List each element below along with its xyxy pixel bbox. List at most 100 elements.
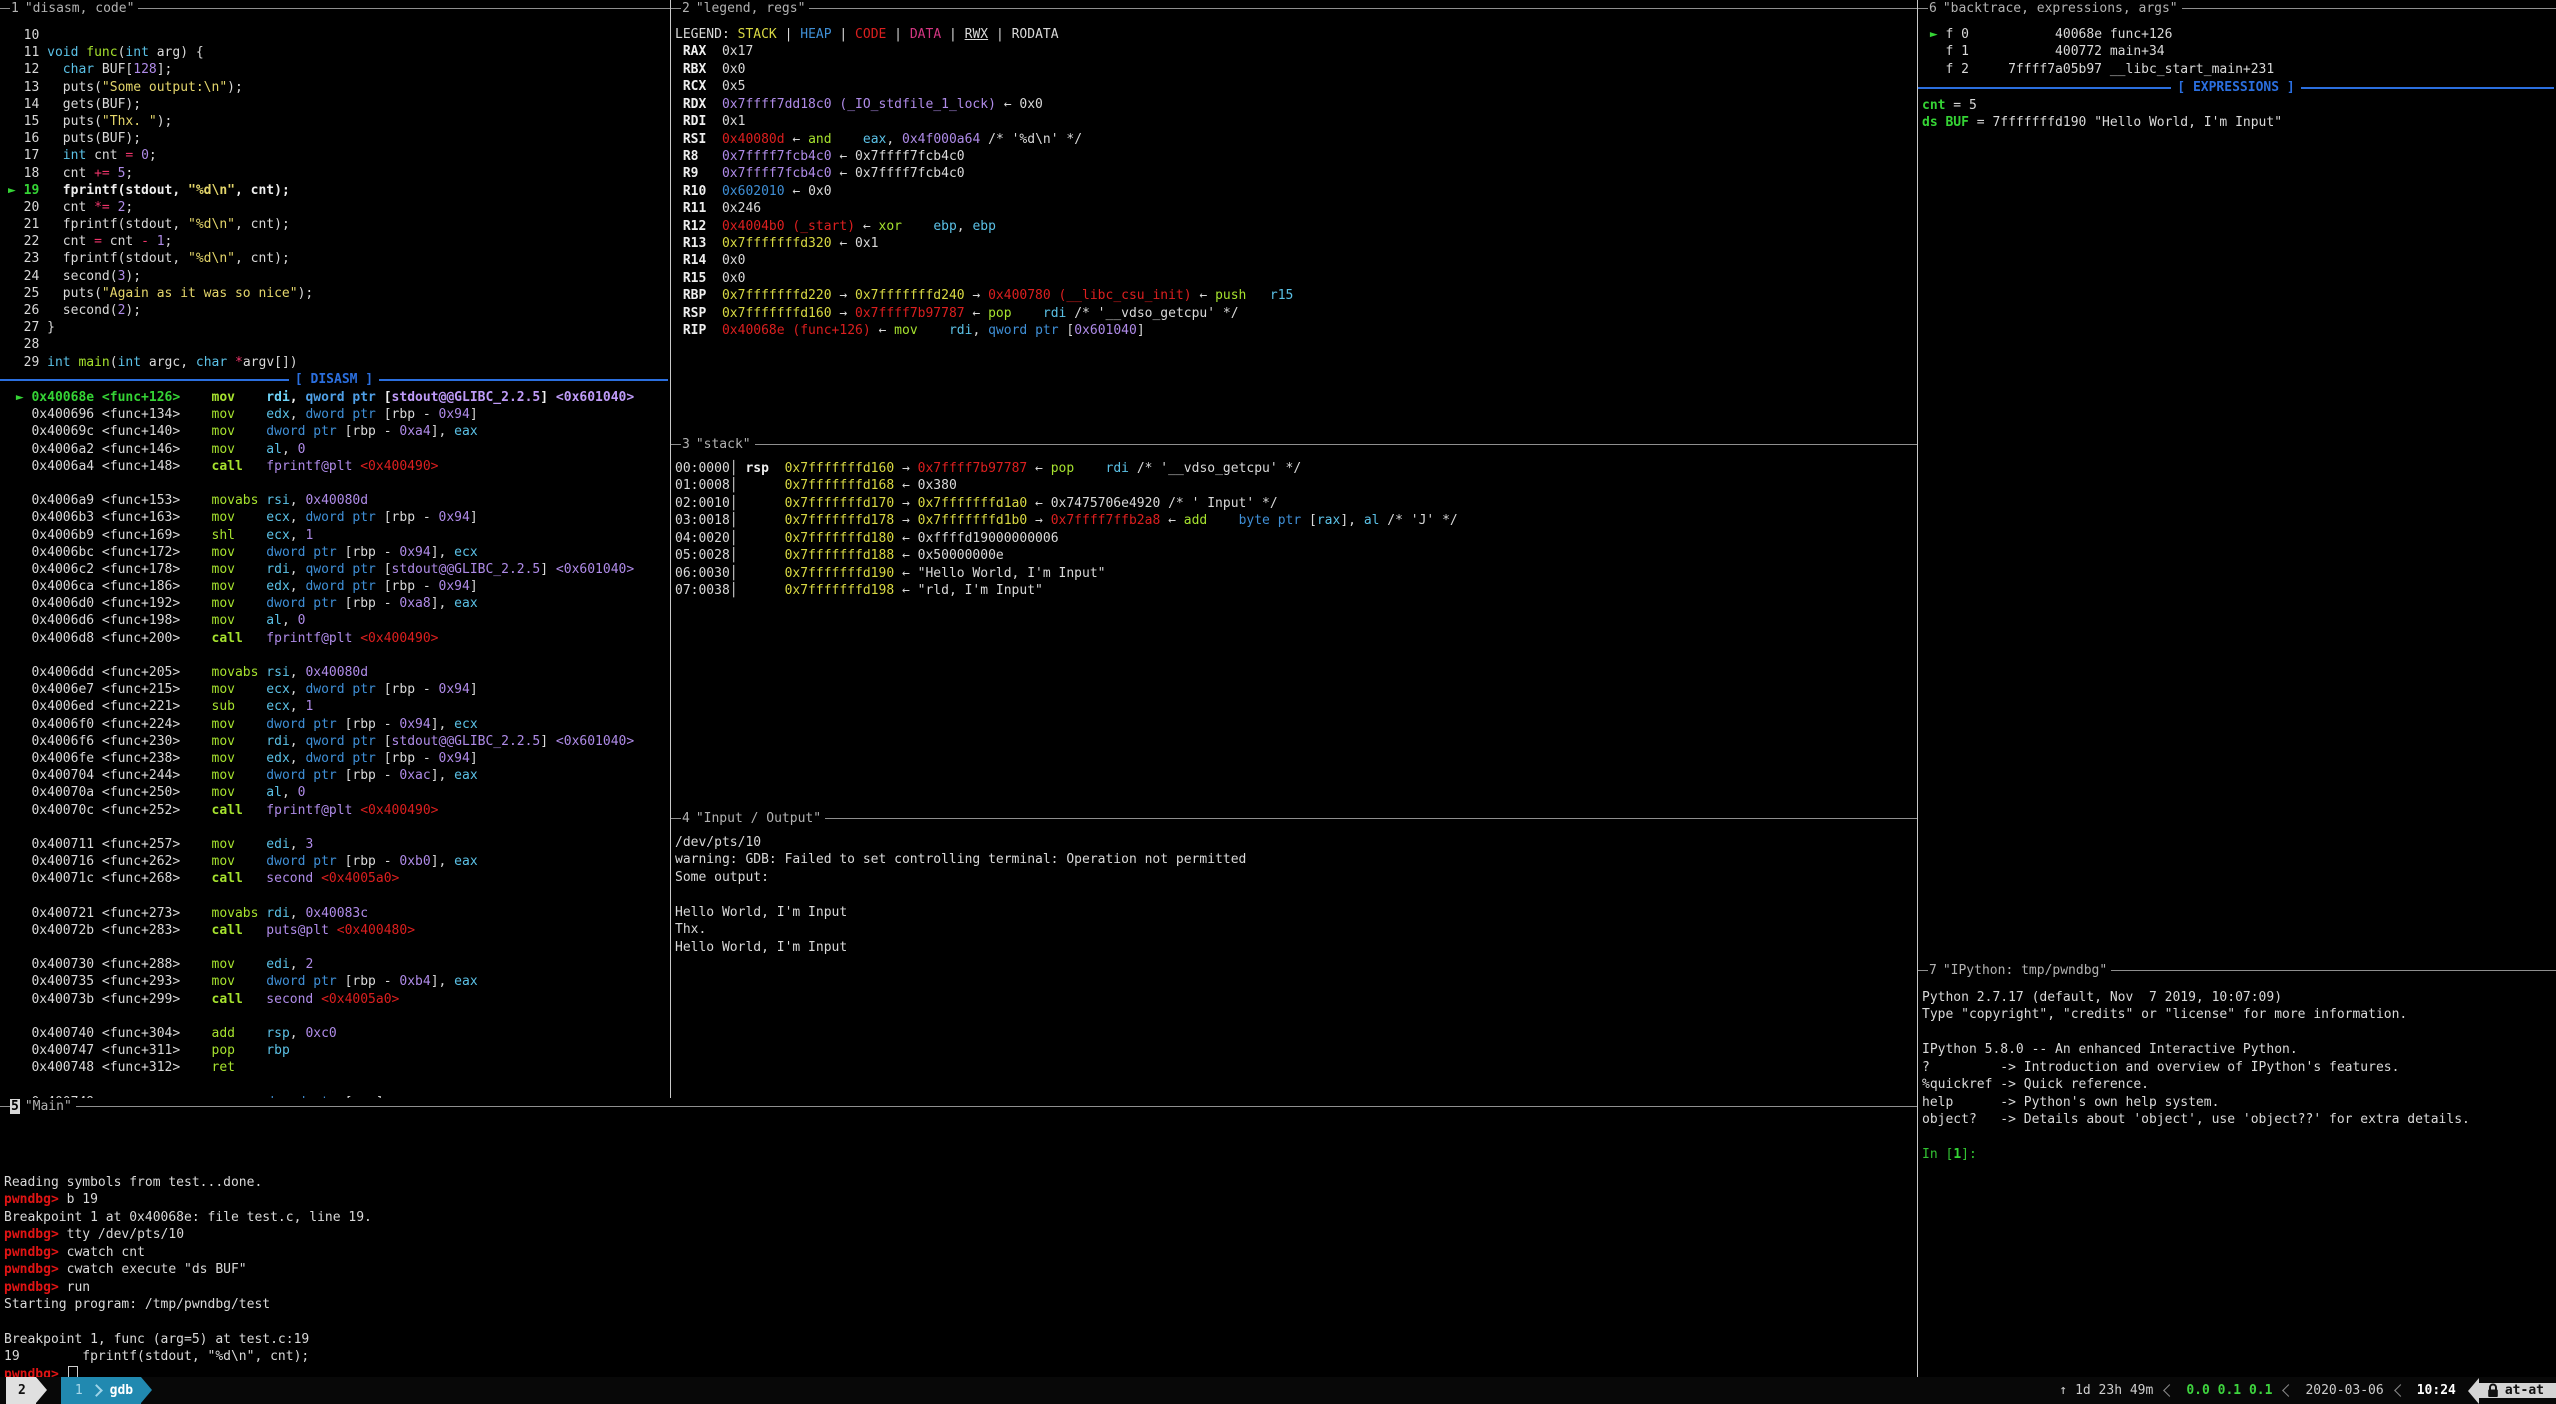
- pane-number: 1: [10, 1, 20, 16]
- terminal-line: 15 puts("Thx. ");: [8, 113, 670, 130]
- window-tab-gdb[interactable]: 1 gdb: [61, 1377, 141, 1404]
- pane-stack[interactable]: 3 "stack" 00:0000│ rsp 0x7fffffffd160 → …: [671, 436, 1917, 810]
- pane-input-output[interactable]: 4 "Input / Output" /dev/pts/10warning: G…: [671, 810, 1917, 1098]
- text-segment: cnt: [102, 234, 141, 249]
- text-segment: dword ptr: [266, 545, 336, 560]
- text-segment: ecx: [454, 545, 477, 560]
- window-name: gdb: [110, 1383, 133, 1398]
- border-line: [1918, 8, 1928, 9]
- text-segment: 0x94: [439, 510, 470, 525]
- text-segment: <0x601040>: [556, 390, 634, 405]
- text-segment: CODE: [855, 27, 886, 42]
- text-segment: ],: [431, 596, 454, 611]
- text-segment: [235, 734, 266, 749]
- terminal-line: R14 0x0: [675, 252, 1917, 269]
- text-segment: 01:0008│: [675, 478, 785, 493]
- text-segment: RSP: [675, 306, 722, 321]
- text-segment: |: [886, 27, 909, 42]
- text-segment: mov: [212, 579, 235, 594]
- pane-disasm-code[interactable]: 1 "disasm, code" 10 11 void func(int arg…: [0, 0, 670, 1098]
- text-segment: 0x4006d0 <func+192>: [8, 596, 212, 611]
- text-segment: 0x246: [722, 201, 761, 216]
- text-segment: ]: [470, 751, 478, 766]
- text-segment: edx: [266, 751, 289, 766]
- ipython-console[interactable]: Python 2.7.17 (default, Nov 7 2019, 10:0…: [1922, 989, 2556, 1163]
- gdb-console[interactable]: Reading symbols from test...done. pwndbg>…: [4, 1174, 1917, 1377]
- text-segment: 0x40072b <func+283>: [8, 923, 212, 938]
- text-segment: [110, 166, 118, 181]
- text-segment: mov: [212, 390, 235, 405]
- text-segment: ← 0xffffd19000000006: [894, 531, 1058, 546]
- text-segment: 0x94: [399, 545, 430, 560]
- text-segment: 07:0038│: [675, 583, 785, 598]
- text-segment: ]: [470, 407, 478, 422]
- text-segment: ,: [290, 510, 306, 525]
- pane-label: "backtrace, expressions, args": [1938, 1, 2182, 16]
- text-segment: [235, 510, 266, 525]
- pane-backtrace-expressions[interactable]: 6 "backtrace, expressions, args" ► f 0 4…: [1918, 0, 2556, 962]
- text-segment: 0x7fffffffd160: [785, 461, 895, 476]
- text-segment: ,: [290, 528, 306, 543]
- terminal-line: 13 puts("Some output:\n");: [8, 79, 670, 96]
- text-segment: void: [47, 45, 78, 60]
- text-segment: al: [266, 613, 282, 628]
- terminal-line: Thx.: [675, 921, 1917, 938]
- text-segment: arg) {: [149, 45, 204, 60]
- terminal-line: 10: [8, 27, 670, 44]
- load-average: 0.0 0.1 0.1: [2186, 1383, 2272, 1398]
- text-segment: mov: [212, 785, 235, 800]
- text-segment: mov: [212, 974, 235, 989]
- text-segment: 0x7ffff7b97787: [855, 306, 965, 321]
- terminal-line: R10 0x602010 ← 0x0: [675, 183, 1917, 200]
- pane-title-backtrace: 6 "backtrace, expressions, args": [1918, 0, 2556, 17]
- text-segment: 0x7ffff7b97787: [918, 461, 1028, 476]
- text-segment: /* '%d\n' */: [980, 132, 1082, 147]
- session-badge[interactable]: 2: [6, 1377, 36, 1404]
- terminal-line: 0x40071c <func+268> call second <0x4005a…: [8, 870, 670, 887]
- text-segment: 0x40071c <func+268>: [8, 871, 212, 886]
- text-segment: ,: [290, 407, 306, 422]
- text-segment: Type "copyright", "credits" or "license"…: [1922, 1007, 2407, 1022]
- text-segment: 0x40069c <func+140>: [8, 424, 212, 439]
- text-segment: pop: [988, 306, 1011, 321]
- text-segment: <0x400480>: [337, 923, 415, 938]
- terminal-line: Reading symbols from test...done.: [4, 1174, 1917, 1191]
- text-segment: f 1 400772 main+34: [1922, 44, 2165, 59]
- text-segment: cwatch execute "ds BUF": [67, 1262, 247, 1277]
- text-segment: 0x4006b9 <func+169>: [8, 528, 212, 543]
- text-segment: STACK: [738, 27, 777, 42]
- text-segment: qword ptr: [305, 390, 375, 405]
- terminal-line: 0x4006a9 <func+153> movabs rsi, 0x40080d: [8, 492, 670, 509]
- text-segment: [235, 442, 266, 457]
- terminal-line: pwndbg> run: [4, 1279, 1917, 1296]
- terminal-line: RBX 0x0: [675, 61, 1917, 78]
- text-segment: 0xc0: [305, 1026, 336, 1041]
- text-segment: dword ptr: [266, 974, 336, 989]
- text-segment: *=: [94, 200, 110, 215]
- pane-label: "Main": [20, 1099, 76, 1114]
- text-segment: 04:0020│: [675, 531, 785, 546]
- text-segment: ,: [290, 837, 306, 852]
- text-segment: ecx: [266, 699, 289, 714]
- text-segment: rsi: [266, 493, 289, 508]
- text-cursor[interactable]: [68, 1366, 78, 1377]
- terminal-line: help -> Python's own help system.: [1922, 1094, 2556, 1111]
- text-segment: );: [125, 303, 141, 318]
- text-segment: ;: [165, 234, 173, 249]
- pane-divider-vertical-right[interactable]: [1917, 0, 1918, 1377]
- text-segment: | RODATA: [988, 27, 1058, 42]
- text-segment: [1012, 306, 1043, 321]
- pane-divider-vertical-left[interactable]: [670, 0, 671, 1098]
- pane-legend-regs[interactable]: 2 "legend, regs" LEGEND: STACK | HEAP | …: [671, 0, 1917, 436]
- text-segment: 1: [305, 699, 313, 714]
- expressions-section-header: [ EXPRESSIONS ]: [1918, 79, 2554, 96]
- text-segment: [110, 200, 118, 215]
- text-segment: [235, 407, 266, 422]
- border-line: [138, 8, 670, 9]
- pane-main-gdb[interactable]: 5 "Main" Reading symbols from test...don…: [0, 1098, 1917, 1377]
- terminal-line: 20 cnt *= 2;: [8, 199, 670, 216]
- text-segment: 1: [305, 528, 313, 543]
- text-segment: f 2 7ffff7a05b97 __libc_start_main+231: [1922, 62, 2274, 77]
- pane-ipython[interactable]: 7 "IPython: tmp/pwndbg" Python 2.7.17 (d…: [1918, 962, 2556, 1377]
- text-segment: int: [47, 355, 70, 370]
